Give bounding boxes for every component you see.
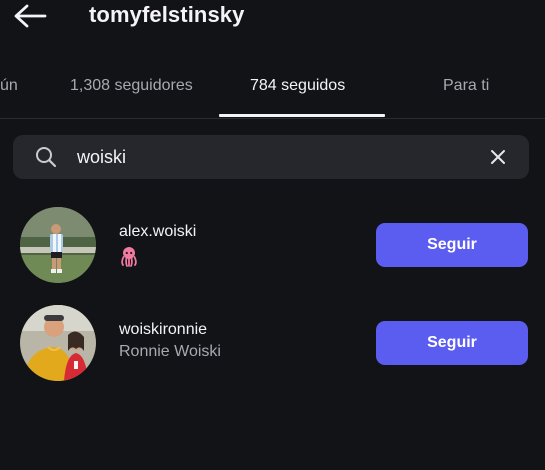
top-bar: tomyfelstinsky: [0, 0, 545, 34]
username-label[interactable]: alex.woiski: [119, 223, 196, 241]
tab-seguidos[interactable]: 784 seguidos: [250, 77, 345, 95]
close-icon[interactable]: [489, 148, 507, 166]
tab-para-ti[interactable]: Para ti: [443, 77, 489, 95]
follow-button[interactable]: Seguir: [376, 321, 528, 365]
list-item[interactable]: woiskironnie Ronnie Woiski Seguir: [0, 305, 545, 385]
tab-en-comun[interactable]: ún: [0, 77, 18, 95]
follow-button[interactable]: Seguir: [376, 223, 528, 267]
octopus-icon: [121, 247, 137, 267]
avatar[interactable]: [20, 207, 96, 283]
tab-bar: ún 1,308 seguidores 784 seguidos Para ti: [0, 62, 545, 119]
arrow-left-icon: [14, 4, 47, 28]
following-list-screen: tomyfelstinsky ún 1,308 seguidores 784 s…: [0, 0, 545, 470]
list-item[interactable]: alex.woiski Seguir: [0, 207, 545, 287]
search-input[interactable]: [77, 143, 467, 171]
full-name-label: Ronnie Woiski: [119, 343, 221, 360]
search-bar[interactable]: [13, 135, 529, 179]
username-label[interactable]: woiskironnie: [119, 321, 207, 339]
back-button[interactable]: [10, 0, 50, 32]
avatar[interactable]: [20, 305, 96, 381]
profile-username: tomyfelstinsky: [89, 2, 245, 27]
search-icon: [36, 147, 57, 168]
active-tab-indicator: [219, 114, 385, 117]
tab-seguidores[interactable]: 1,308 seguidores: [70, 77, 193, 95]
